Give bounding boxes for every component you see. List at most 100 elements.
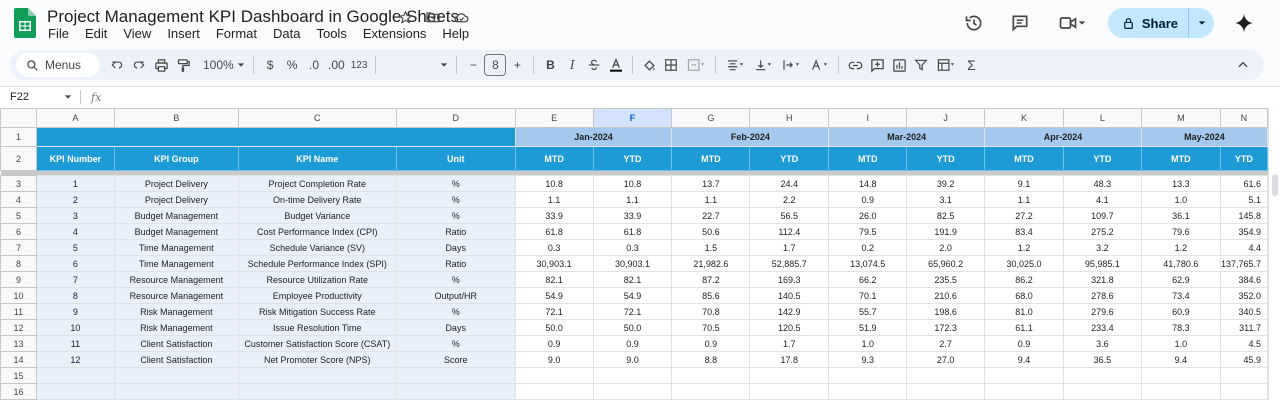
unit-header[interactable]: Unit — [395, 146, 516, 171]
header-fill-cell[interactable] — [35, 127, 516, 147]
sheets-logo-icon[interactable] — [14, 8, 36, 38]
empty-cell[interactable] — [906, 367, 986, 384]
mtd-value-cell[interactable]: 79.6 — [1140, 223, 1221, 240]
empty-cell[interactable] — [1140, 383, 1221, 400]
cloud-saved-icon[interactable] — [452, 8, 470, 26]
kpi-name-cell[interactable]: Project Completion Rate — [237, 175, 397, 192]
row-header[interactable]: 15 — [0, 367, 37, 384]
month-header[interactable]: Feb-2024 — [671, 127, 830, 147]
horizontal-align-icon[interactable] — [721, 53, 749, 77]
mtd-value-cell[interactable]: 73.4 — [1140, 287, 1221, 304]
ytd-value-cell[interactable]: 2.7 — [906, 335, 986, 352]
kpi-group-cell[interactable]: Resource Management — [113, 287, 239, 304]
mtd-value-cell[interactable]: 55.7 — [828, 303, 908, 320]
increase-font-size-button[interactable]: + — [506, 53, 528, 77]
mtd-header[interactable]: MTD — [984, 146, 1064, 171]
month-header[interactable]: Apr-2024 — [984, 127, 1142, 147]
scrollbar-thumb[interactable] — [1272, 174, 1278, 196]
star-icon[interactable] — [396, 8, 414, 26]
ytd-value-cell[interactable]: 30,903.1 — [592, 255, 673, 272]
text-rotation-icon[interactable] — [805, 53, 833, 77]
column-header-e[interactable]: E — [514, 108, 594, 128]
row-header[interactable]: 12 — [0, 319, 37, 336]
mtd-header[interactable]: MTD — [828, 146, 908, 171]
decrease-font-size-button[interactable]: − — [462, 53, 484, 77]
borders-icon[interactable] — [660, 53, 682, 77]
mtd-value-cell[interactable]: 1.2 — [1140, 239, 1221, 256]
ytd-value-cell[interactable]: 140.5 — [749, 287, 830, 304]
ytd-value-cell[interactable]: 172.3 — [906, 319, 986, 336]
kpi-name-cell[interactable]: Net Promoter Score (NPS) — [237, 351, 397, 368]
mtd-value-cell[interactable]: 1.1 — [984, 191, 1064, 208]
ytd-value-cell[interactable]: 61.6 — [1219, 175, 1268, 192]
row-header[interactable]: 4 — [0, 191, 37, 208]
ytd-value-cell[interactable]: 210.6 — [906, 287, 986, 304]
undo-icon[interactable] — [106, 53, 128, 77]
formula-input[interactable] — [101, 87, 1280, 107]
row-header[interactable]: 9 — [0, 271, 37, 288]
ytd-value-cell[interactable]: 5.1 — [1219, 191, 1268, 208]
mtd-value-cell[interactable]: 70.5 — [671, 319, 751, 336]
empty-cell[interactable] — [395, 367, 516, 384]
italic-button[interactable]: I — [561, 53, 583, 77]
format-percent-button[interactable]: % — [281, 53, 303, 77]
mtd-value-cell[interactable]: 13,074.5 — [828, 255, 908, 272]
column-header-g[interactable]: G — [671, 108, 751, 128]
ytd-value-cell[interactable]: 191.9 — [906, 223, 986, 240]
share-button[interactable]: Share — [1107, 8, 1214, 38]
kpi-name-cell[interactable]: Resource Utilization Rate — [237, 271, 397, 288]
mtd-value-cell[interactable]: 82.1 — [514, 271, 594, 288]
ytd-value-cell[interactable]: 0.3 — [592, 239, 673, 256]
ytd-value-cell[interactable]: 2.0 — [906, 239, 986, 256]
zoom-select[interactable]: 100% — [200, 53, 248, 77]
ytd-value-cell[interactable]: 354.9 — [1219, 223, 1268, 240]
kpi-number-cell[interactable]: 4 — [35, 223, 115, 240]
ytd-value-cell[interactable]: 235.5 — [906, 271, 986, 288]
ytd-value-cell[interactable]: 4.4 — [1219, 239, 1268, 256]
kpi-group-cell[interactable]: Budget Management — [113, 207, 239, 224]
mtd-value-cell[interactable]: 36.1 — [1140, 207, 1221, 224]
empty-cell[interactable] — [1140, 367, 1221, 384]
ytd-value-cell[interactable]: 50.0 — [592, 319, 673, 336]
insert-comment-icon[interactable] — [866, 53, 888, 77]
month-header[interactable]: Mar-2024 — [828, 127, 986, 147]
mtd-value-cell[interactable]: 22.7 — [671, 207, 751, 224]
mtd-value-cell[interactable]: 9.0 — [514, 351, 594, 368]
ytd-header[interactable]: YTD — [749, 146, 830, 171]
print-icon[interactable] — [150, 53, 172, 77]
mtd-value-cell[interactable]: 9.1 — [984, 175, 1064, 192]
paint-format-icon[interactable] — [172, 53, 194, 77]
empty-cell[interactable] — [828, 383, 908, 400]
mtd-value-cell[interactable]: 41,780.6 — [1140, 255, 1221, 272]
kpi-number-cell[interactable]: 12 — [35, 351, 115, 368]
kpi-number-cell[interactable]: 10 — [35, 319, 115, 336]
ytd-value-cell[interactable]: 233.4 — [1062, 319, 1142, 336]
kpi-number-cell[interactable]: 5 — [35, 239, 115, 256]
more-formats-button[interactable]: 123 — [348, 53, 371, 77]
mtd-value-cell[interactable]: 1.5 — [671, 239, 751, 256]
ytd-value-cell[interactable]: 48.3 — [1062, 175, 1142, 192]
unit-cell[interactable]: Score — [395, 351, 516, 368]
kpi-number-cell[interactable]: 6 — [35, 255, 115, 272]
mtd-value-cell[interactable]: 83.4 — [984, 223, 1064, 240]
kpi-group-cell[interactable]: Project Delivery — [113, 175, 239, 192]
mtd-value-cell[interactable]: 54.9 — [514, 287, 594, 304]
empty-cell[interactable] — [395, 383, 516, 400]
month-header[interactable]: May-2024 — [1140, 127, 1268, 147]
kpi-number-header[interactable]: KPI Number — [35, 146, 115, 171]
ytd-value-cell[interactable]: 45.9 — [1219, 351, 1268, 368]
ytd-value-cell[interactable]: 24.4 — [749, 175, 830, 192]
empty-cell[interactable] — [671, 383, 751, 400]
column-header-b[interactable]: B — [113, 108, 239, 128]
column-header-a[interactable]: A — [35, 108, 115, 128]
unit-cell[interactable]: % — [395, 271, 516, 288]
row-header[interactable]: 10 — [0, 287, 37, 304]
column-header-n[interactable]: N — [1219, 108, 1268, 128]
mtd-value-cell[interactable]: 9.4 — [984, 351, 1064, 368]
kpi-number-cell[interactable]: 8 — [35, 287, 115, 304]
mtd-value-cell[interactable]: 0.3 — [514, 239, 594, 256]
kpi-number-cell[interactable]: 11 — [35, 335, 115, 352]
unit-cell[interactable]: % — [395, 303, 516, 320]
empty-cell[interactable] — [35, 383, 115, 400]
mtd-value-cell[interactable]: 27.2 — [984, 207, 1064, 224]
